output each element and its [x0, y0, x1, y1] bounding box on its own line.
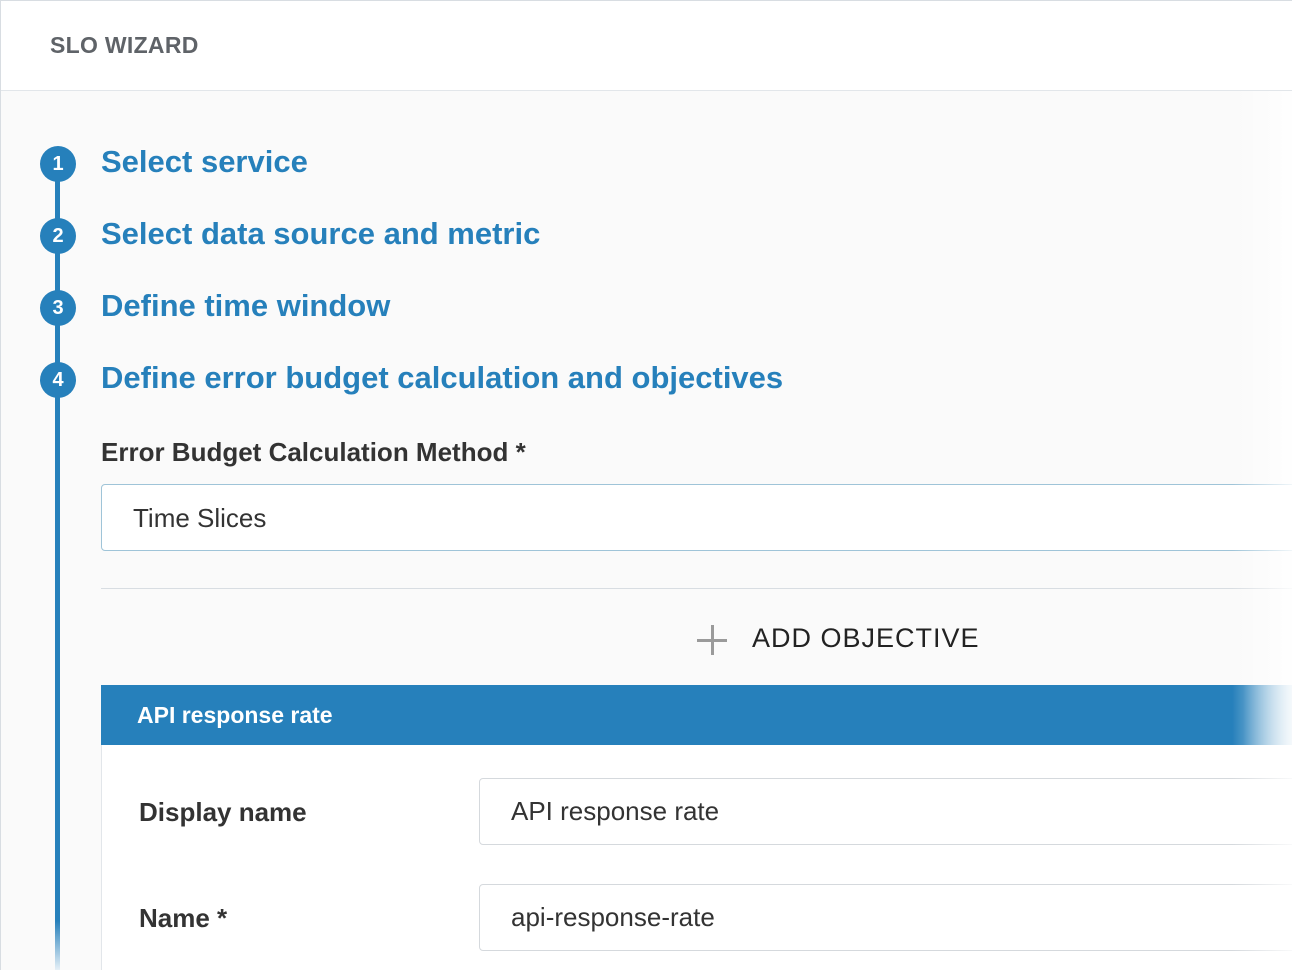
error-budget-method-value: Time Slices: [133, 503, 267, 533]
display-name-field[interactable]: [479, 778, 1292, 845]
error-budget-method-select[interactable]: Time Slices: [101, 484, 1292, 551]
step-1-select-service[interactable]: Select service: [101, 144, 308, 180]
stepper-rail: [55, 161, 60, 970]
section-divider: [101, 588, 1292, 589]
name-label: Name *: [139, 903, 228, 933]
objective-panel-header[interactable]: API response rate: [101, 685, 1292, 745]
step-2-select-data-source[interactable]: Select data source and metric: [101, 216, 540, 252]
plus-icon: [695, 622, 729, 656]
wizard-title: SLO WIZARD: [50, 32, 199, 58]
step-1-number[interactable]: 1: [40, 146, 76, 182]
name-field[interactable]: [479, 884, 1292, 951]
objective-title: API response rate: [137, 702, 333, 728]
slo-wizard-page: SLO WIZARD 1 Select service 2 Select dat…: [0, 0, 1292, 970]
name-input[interactable]: [511, 885, 1271, 950]
wizard-header: SLO WIZARD: [1, 1, 1292, 91]
display-name-label: Display name: [139, 797, 307, 827]
step-2-number[interactable]: 2: [40, 218, 76, 254]
step-3-number[interactable]: 3: [40, 290, 76, 326]
step-3-define-time-window[interactable]: Define time window: [101, 288, 390, 324]
add-objective-label: ADD OBJECTIVE: [752, 623, 980, 653]
error-budget-method-label: Error Budget Calculation Method *: [101, 437, 526, 467]
step-4-number[interactable]: 4: [40, 362, 76, 398]
display-name-input[interactable]: [511, 779, 1271, 844]
step-4-define-error-budget[interactable]: Define error budget calculation and obje…: [101, 360, 783, 396]
